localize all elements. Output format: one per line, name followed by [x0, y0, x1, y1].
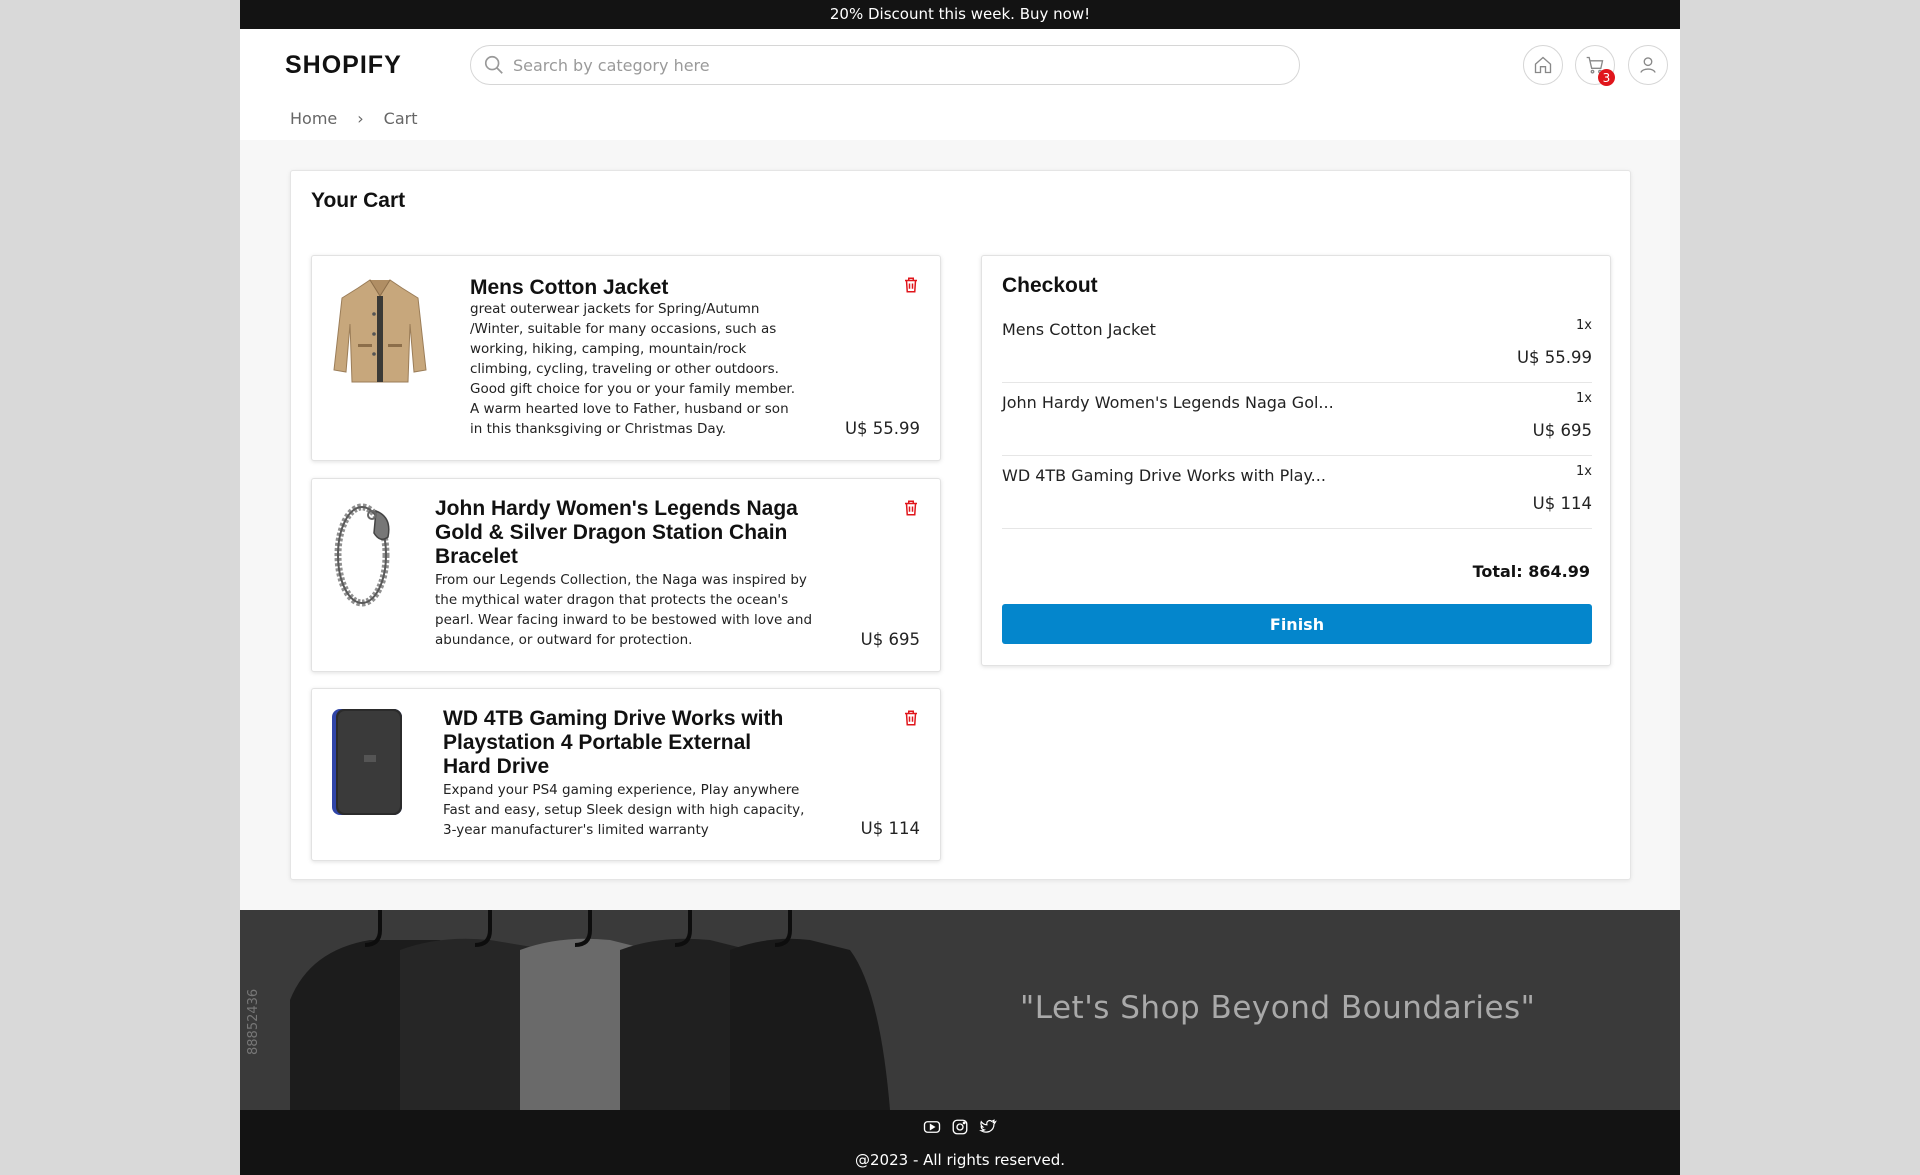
social-links: [240, 1118, 1680, 1136]
cart-item: Mens Cotton Jacket great outerwear jacke…: [311, 255, 941, 461]
checkout-panel: Checkout Mens Cotton Jacket 1x U$ 55.99 …: [981, 255, 1611, 666]
item-title[interactable]: WD 4TB Gaming Drive Works with Playstati…: [443, 707, 803, 779]
cart-count-badge: 3: [1598, 69, 1615, 86]
finish-button[interactable]: Finish: [1002, 604, 1592, 644]
search-input[interactable]: [513, 55, 1273, 75]
item-description: Expand your PS4 gaming experience, Play …: [443, 782, 805, 838]
user-icon: [1640, 57, 1656, 73]
breadcrumb-current: Cart: [383, 109, 418, 128]
footer: @2023 - All rights reserved.: [240, 1110, 1680, 1175]
jacket-image: [333, 279, 427, 383]
header: SHOPIFY 3 Home › Cart: [240, 29, 1680, 140]
announcement-bar: 20% Discount this week. Buy now!: [240, 0, 1680, 29]
checkout-line-name: Mens Cotton Jacket: [1002, 320, 1156, 339]
divider: [1002, 528, 1592, 529]
item-description: From our Legends Collection, the Naga wa…: [435, 572, 813, 648]
checkout-line-name: John Hardy Women's Legends Naga Gol...: [1002, 393, 1334, 412]
item-description: great outerwear jackets for Spring/Autum…: [470, 301, 796, 437]
checkout-line: WD 4TB Gaming Drive Works with Play... 1…: [1002, 456, 1592, 529]
checkout-line-price: U$ 55.99: [1516, 348, 1592, 367]
item-price: U$ 55.99: [844, 419, 920, 438]
twitter-icon[interactable]: [979, 1118, 997, 1136]
item-title[interactable]: John Hardy Women's Legends Naga Gold & S…: [435, 497, 815, 569]
instagram-icon[interactable]: [951, 1118, 969, 1136]
logo[interactable]: SHOPIFY: [285, 51, 402, 80]
breadcrumb-home[interactable]: Home: [290, 109, 337, 128]
checkout-line-price: U$ 695: [1532, 421, 1592, 440]
image-watermark-id: 88852436: [246, 988, 261, 1055]
cart-panel: Your Cart Mens Cotton Jacket great outer…: [290, 170, 1631, 880]
checkout-line-qty: 1x: [1576, 318, 1592, 333]
item-title[interactable]: Mens Cotton Jacket: [470, 276, 810, 300]
youtube-icon[interactable]: [923, 1118, 941, 1136]
banner-quote: "Let's Shop Beyond Boundaries": [1020, 990, 1536, 1026]
checkout-line: John Hardy Women's Legends Naga Gol... 1…: [1002, 383, 1592, 456]
trash-icon[interactable]: [902, 499, 920, 517]
copyright-text: @2023 - All rights reserved.: [855, 1151, 1065, 1169]
breadcrumb: Home › Cart: [290, 109, 417, 128]
home-button[interactable]: [1523, 45, 1563, 85]
bracelet-image: [334, 503, 390, 607]
checkout-line-name: WD 4TB Gaming Drive Works with Play...: [1002, 466, 1326, 485]
trash-icon[interactable]: [902, 276, 920, 294]
checkout-total: Total: 864.99: [1472, 562, 1590, 581]
cart-title: Your Cart: [311, 189, 406, 212]
footer-banner: 88852436 "Let's Shop Beyond Boundaries": [240, 910, 1680, 1110]
clothes-rack-image: [290, 910, 890, 1110]
item-price: U$ 695: [860, 630, 920, 649]
checkout-line-qty: 1x: [1576, 391, 1592, 406]
trash-icon[interactable]: [902, 709, 920, 727]
checkout-title: Checkout: [1002, 274, 1098, 297]
home-icon: [1534, 56, 1552, 74]
account-button[interactable]: [1628, 45, 1668, 85]
cart-button[interactable]: 3: [1575, 45, 1615, 86]
search-bar[interactable]: [470, 45, 1300, 85]
cart-item: WD 4TB Gaming Drive Works with Playstati…: [311, 688, 941, 861]
checkout-line: Mens Cotton Jacket 1x U$ 55.99: [1002, 310, 1592, 383]
search-icon: [484, 55, 503, 74]
breadcrumb-separator: ›: [357, 109, 364, 128]
page: 20% Discount this week. Buy now! SHOPIFY…: [240, 0, 1680, 1175]
checkout-line-qty: 1x: [1576, 464, 1592, 479]
hard-drive-image: [332, 709, 402, 815]
item-price: U$ 114: [860, 819, 920, 838]
checkout-line-price: U$ 114: [1532, 494, 1592, 513]
cart-item: John Hardy Women's Legends Naga Gold & S…: [311, 478, 941, 672]
